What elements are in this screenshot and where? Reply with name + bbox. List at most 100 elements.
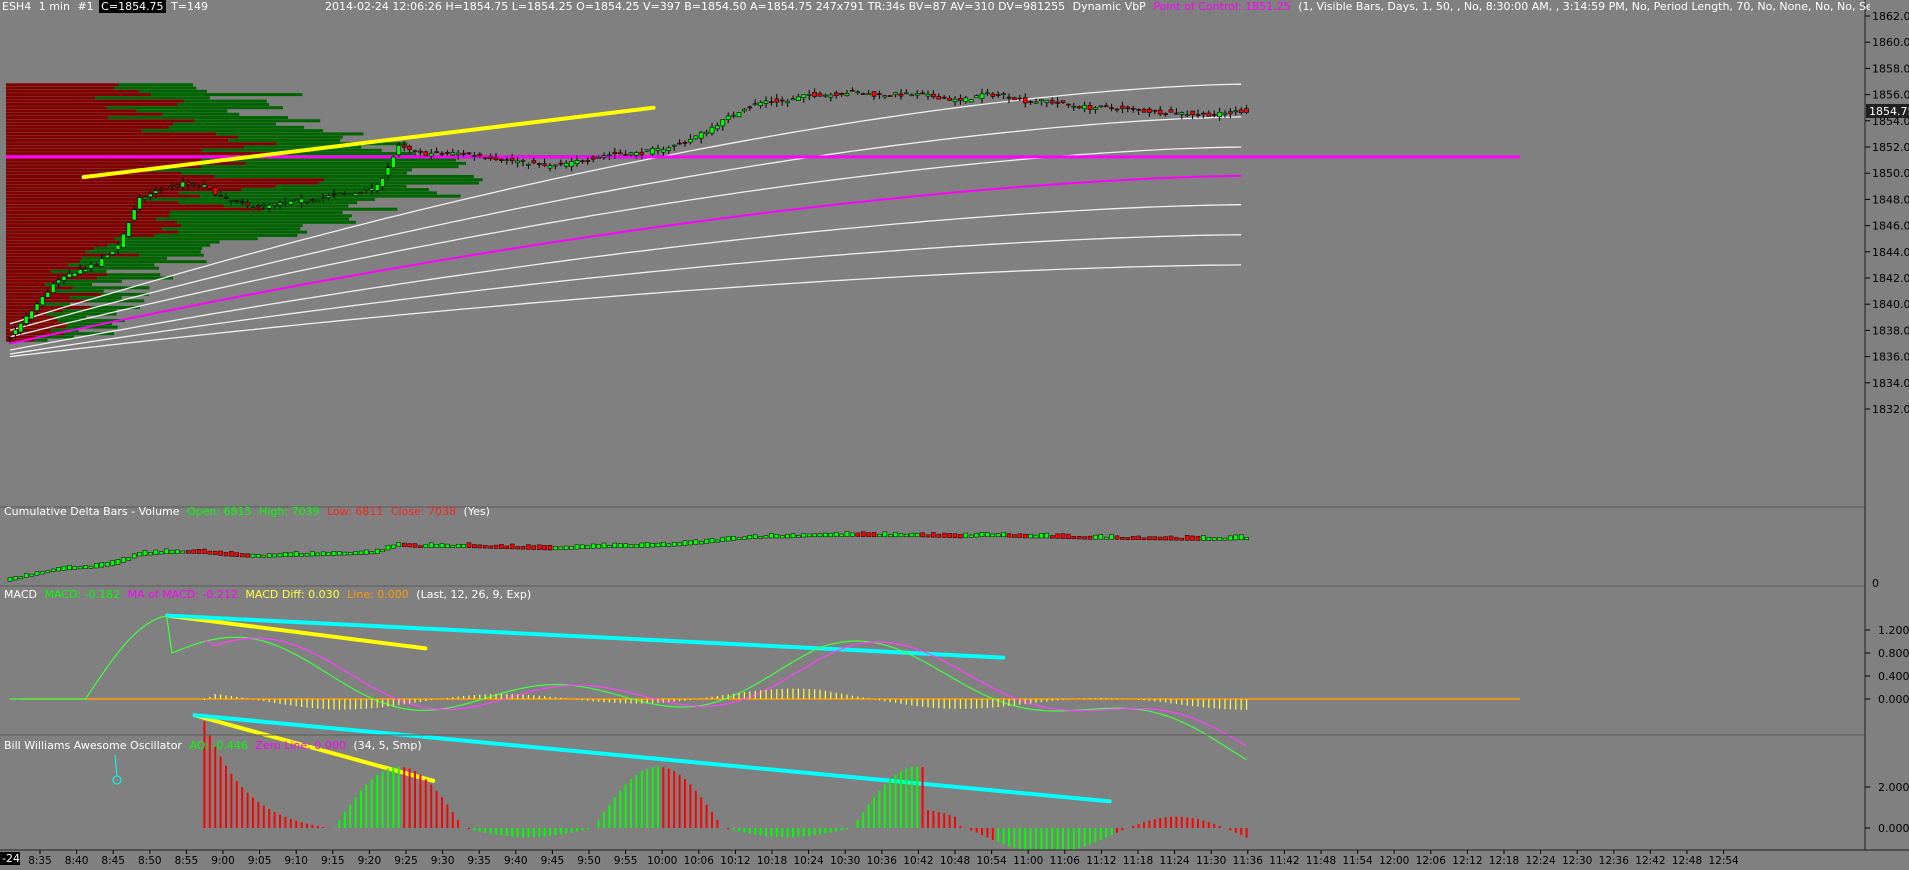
delta-bar [234,552,240,557]
time-start-badge: -24 [2,852,20,865]
delta-bar [682,540,688,546]
delta-bar [331,550,337,556]
candle-body [666,147,672,151]
candle-body [526,163,531,166]
delta-bar [7,577,13,582]
candle-body [1190,110,1195,116]
candle-body [785,100,790,104]
delta-bar [904,533,909,538]
vbp-sell-bar [6,197,146,201]
price-tick-label: 1852.00 [1872,141,1909,154]
candle-body [126,222,132,237]
candle-body [979,93,985,99]
candle-body [137,197,142,210]
vbp-sell-bar [6,129,142,133]
vbp-sell-bar [6,269,51,273]
vbp-label: Dynamic VbP [1072,0,1146,13]
candle-body [207,185,213,189]
delta-bar [1082,536,1087,540]
delta-bar [1098,534,1104,540]
delta-bar [358,550,364,555]
delta-bar [725,536,731,542]
vbp-buy-bar [113,86,197,90]
delta-bar [958,533,963,539]
vbp-sell-bar [6,250,86,254]
vbp-buy-bar [169,211,343,214]
candle-body [612,151,618,154]
delta-bar [212,550,218,556]
delta-bar [488,545,493,549]
candle-body [1055,101,1060,104]
delta-bar [893,532,898,538]
candle-body [720,119,726,127]
delta-bar [13,576,18,581]
delta-bar [207,550,213,555]
time-tick-label: 12:06 [1416,855,1447,867]
candle-body [391,156,396,168]
candle-body [806,94,812,96]
vbp-buy-bar [138,89,207,93]
delta-bar [796,535,801,538]
candle-body [542,163,547,166]
candle-body [628,152,634,156]
candle-body [72,272,78,277]
delta-bar [158,551,164,555]
delta-bar [472,544,477,549]
time-tick-label: 12:12 [1452,855,1482,867]
vbp-buy-bar [214,174,474,178]
delta-bar [499,544,504,549]
candle-body [828,94,834,98]
candle-body [1136,108,1141,111]
candle-body [877,93,882,95]
candle-body [617,152,623,155]
time-tick-label: 12:36 [1599,855,1630,867]
vbp-buy-bar [263,207,398,211]
delta-bar [866,532,871,537]
delta-bar [1174,537,1179,541]
candle-body [153,190,159,194]
vbp-buy-bar [162,227,301,231]
vbp-sell-bar [6,181,319,185]
candle-body [639,151,645,155]
time-tick-label: 11:24 [1159,855,1190,867]
delta-bar [547,545,553,551]
delta-bar [310,551,315,557]
candle-body [385,167,391,176]
candle-body [655,148,661,151]
price-tick-label: 1842.00 [1872,272,1909,285]
delta-bar [1228,535,1233,541]
macd-line-value: Line: 0.000 [347,588,409,601]
vbp-buy-bar [81,256,167,260]
candle-body [142,197,148,200]
price-tick-label: 1838.00 [1872,324,1909,337]
price-tick-label: 1860.00 [1872,36,1909,49]
candle-body [817,93,823,97]
candle-body [682,142,688,144]
price-tick-label: 1858.00 [1872,62,1909,75]
time-tick-label: 11:00 [1013,855,1043,867]
vbp-sell-bar [6,224,182,228]
ao-tick-label: 2.000 [1878,781,1909,794]
macd-ma-value: MA of MACD: -0.212 [127,588,238,601]
candle-body [1049,100,1055,104]
candle-body [499,158,504,161]
delta-bar [304,553,310,557]
candle-body [731,114,736,117]
candle-body [23,315,29,324]
candle-body [1244,108,1249,113]
delta-bar [1076,536,1082,540]
delta-bar [947,533,952,538]
candle-body [1028,101,1033,103]
delta-bar [931,532,936,538]
candle-body [223,197,229,199]
delta-bar [56,567,61,572]
candle-body [677,142,682,145]
delta-bar [1017,533,1023,538]
candle-body [779,99,785,102]
delta-bar [23,573,29,578]
candle-body [844,93,850,96]
candle-body [396,145,402,156]
delta-bar [288,552,294,557]
vbp-buy-bar [151,93,303,97]
delta-bar [1163,536,1168,541]
